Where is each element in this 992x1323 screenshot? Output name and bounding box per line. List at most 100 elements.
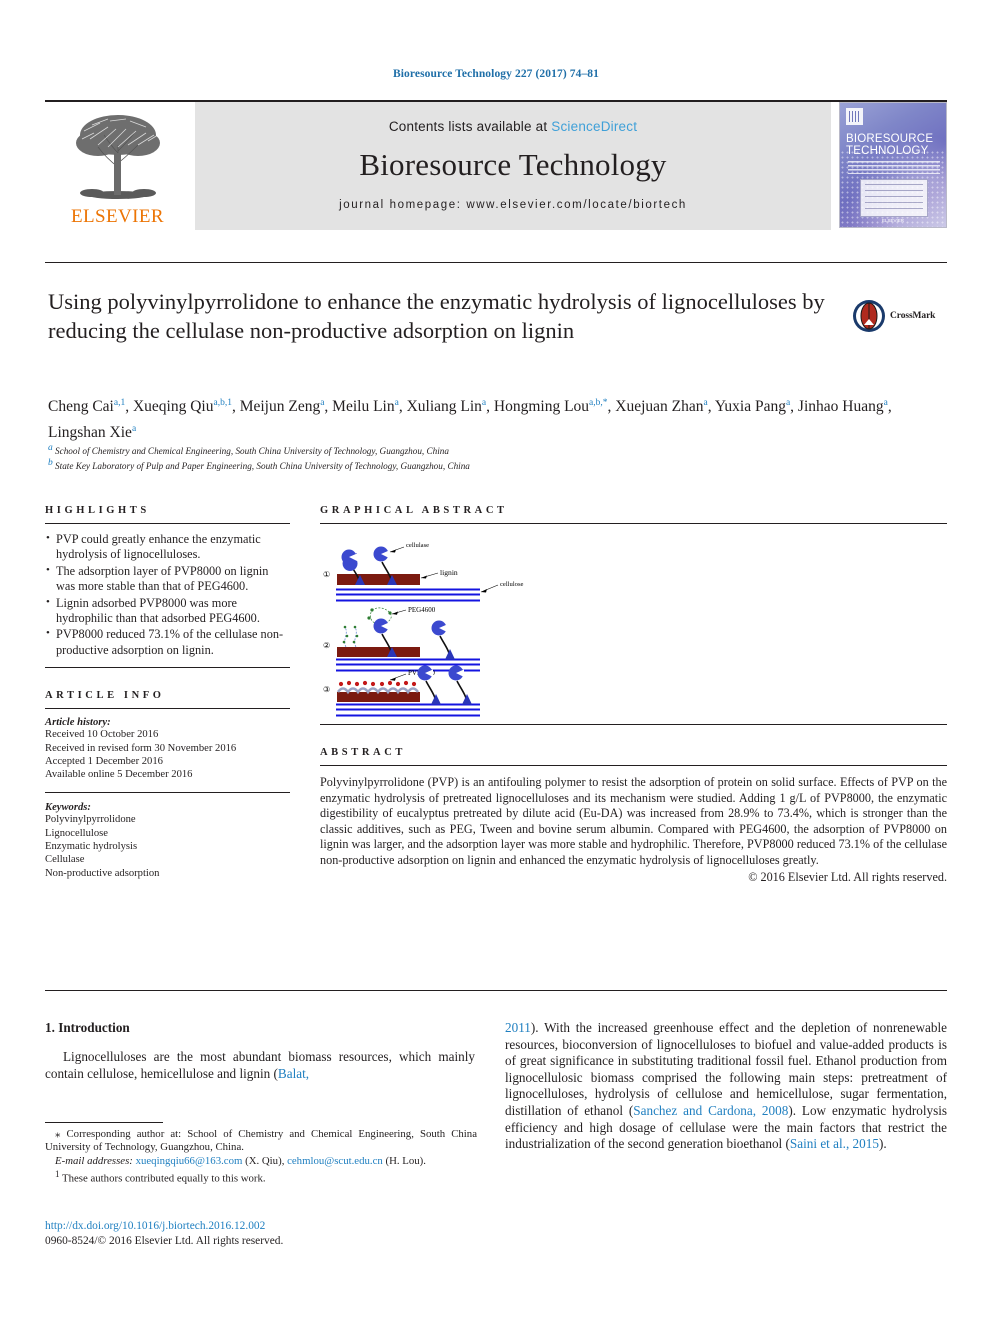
intro-paragraph-right: 2011). With the increased greenhouse eff… (505, 1020, 947, 1153)
panel-1-label-cellulose: cellulose (500, 581, 524, 588)
article-history-label: Article history: (45, 717, 111, 729)
issn-copyright: 0960-8524/© 2016 Elsevier Ltd. All right… (45, 1234, 284, 1247)
intro-text-left: Lignocelluloses are the most abundant bi… (45, 1049, 475, 1081)
article-history-block: Article history: Received 10 October 201… (45, 717, 290, 781)
panel-1-lignin (337, 574, 420, 585)
author-name: Cheng Caia,1 (48, 398, 126, 416)
doi-block: http://dx.doi.org/10.1016/j.biortech.201… (45, 1219, 485, 1248)
author-affil-marker: a (131, 424, 137, 435)
cover-subtitle-lines (848, 161, 940, 174)
journal-masthead: ELSEVIER Contents lists available at Sci… (45, 100, 947, 230)
keyword-item: Non-productive adsorption (45, 867, 160, 879)
title-block: Using polyvinylpyrrolidone to enhance th… (48, 288, 848, 345)
citation-balat[interactable]: Balat, (278, 1066, 309, 1081)
paper-page: Bioresource Technology 227 (2017) 74–81 (0, 0, 992, 1323)
article-history-item: Accepted 1 December 2016 (45, 755, 163, 767)
article-history-item: Received in revised form 30 November 201… (45, 742, 237, 754)
doi-link[interactable]: http://dx.doi.org/10.1016/j.biortech.201… (45, 1219, 485, 1234)
panel-3-pvp-beads (338, 680, 417, 687)
sciencedirect-link[interactable]: ScienceDirect (551, 119, 637, 134)
author-affil-marker: a (481, 398, 487, 408)
footnote-emails: E-mail addresses: xueqingqiu66@163.com (… (55, 1154, 426, 1167)
section-heading-introduction: 1. Introduction (45, 1020, 130, 1035)
author-name: Hongming Loua,b,* (493, 398, 608, 416)
email-link-lou[interactable]: cehmlou@scut.edu.cn (287, 1155, 383, 1167)
highlight-item: PVP could greatly enhance the enzymatic … (45, 531, 290, 563)
panel-2-number: ② (323, 641, 330, 650)
highlight-item: Lignin adsorbed PVP8000 was more hydroph… (45, 595, 290, 627)
author-affil-marker: a (785, 398, 791, 408)
email-owner-qiu: (X. Qiu) (245, 1154, 282, 1167)
elsevier-logo: ELSEVIER (45, 102, 190, 230)
article-history-lines: Received 10 October 2016 Received in revi… (45, 728, 290, 781)
keywords-label: Keywords: (45, 802, 91, 814)
author-name: Lingshan Xiea (48, 424, 137, 442)
panel-1-number: ① (323, 570, 330, 579)
author-name: Meilu Lina (332, 398, 399, 416)
citation-saini[interactable]: Saini et al., 2015 (790, 1136, 879, 1151)
author-name: Xuejuan Zhana (615, 398, 708, 416)
journal-homepage-line[interactable]: journal homepage: www.elsevier.com/locat… (339, 199, 687, 211)
footnote-block: ⁎ Corresponding author at: School of Che… (45, 1128, 477, 1186)
keyword-item: Lignocellulose (45, 827, 108, 839)
author-affil-marker: a (320, 398, 325, 408)
intro-text-right-3: ). (878, 1136, 887, 1152)
panel-1-cellulose (336, 588, 480, 602)
crossmark-badge[interactable]: CrossMark (852, 295, 948, 337)
body-column-left: 1. Introduction Lignocelluloses are the … (45, 1020, 475, 1082)
author-list: Cheng Caia,1, Xueqing Qiua,b,1, Meijun Z… (48, 398, 892, 442)
crossmark-label: CrossMark (890, 311, 936, 321)
highlights-list: PVP could greatly enhance the enzymatic … (45, 531, 290, 658)
elsevier-wordmark: ELSEVIER (71, 206, 164, 227)
graphical-abstract-divider-top (320, 523, 947, 524)
body-divider (45, 990, 947, 991)
citation-sanchez-cardona[interactable]: Sanchez and Cardona, 2008 (633, 1103, 788, 1118)
article-info-heading: ARTICLE INFO (45, 690, 165, 702)
author-affil-marker: a,1 (113, 398, 126, 408)
keyword-item: Polyvinylpyrrolidone (45, 814, 136, 826)
intro-paragraph-left: Lignocelluloses are the most abundant bi… (45, 1049, 475, 1082)
author-name: Jinhao Huanga (797, 398, 888, 416)
panel-3-number: ③ (323, 685, 330, 694)
keyword-item: Cellulase (45, 854, 85, 866)
panel-3-cellulose (336, 703, 480, 717)
abstract-divider (320, 765, 947, 766)
equal-text: These authors contributed equally to thi… (62, 1172, 266, 1185)
author-affil-marker: a (394, 398, 399, 408)
highlights-heading: HIGHLIGHTS (45, 505, 150, 516)
panel-3-pvp-layer (336, 687, 420, 695)
author-name: Xuliang Lina (406, 398, 487, 416)
label-peg4600: PEG4600 (408, 606, 436, 614)
author-name: Meijun Zenga (239, 398, 325, 416)
page-title: Using polyvinylpyrrolidone to enhance th… (48, 289, 825, 343)
left-column: HIGHLIGHTS PVP could greatly enhance the… (45, 505, 290, 880)
cover-figure (860, 179, 928, 217)
highlight-item: PVP8000 reduced 73.1% of the cellulase n… (45, 626, 290, 658)
graphical-abstract-divider-bottom (320, 724, 947, 725)
highlights-divider-bottom (45, 667, 290, 669)
panel-1-label-cellulase: cellulase (406, 542, 429, 549)
journal-title: Bioresource Technology (359, 147, 667, 182)
author-affil-marker: a (883, 398, 888, 408)
graphical-abstract-heading: GRAPHICAL ABSTRACT (320, 505, 508, 516)
cover-title: BIORESOURCE TECHNOLOGY (846, 133, 942, 157)
affiliation-item: b State Key Laboratory of Pulp and Paper… (48, 457, 470, 471)
panel-3-leader (389, 673, 407, 681)
right-column: GRAPHICAL ABSTRACT ① cellulase lignin ce… (320, 505, 947, 885)
corresponding-text: Corresponding author at: School of Chemi… (45, 1128, 477, 1154)
email-label: E-mail addresses: (55, 1154, 133, 1167)
article-info-divider-top (45, 708, 290, 710)
citation-balat-year[interactable]: 2011 (505, 1020, 531, 1035)
author-name: Xueqing Qiua,b,1 (132, 398, 232, 416)
abstract-copyright: © 2016 Elsevier Ltd. All rights reserved… (748, 869, 947, 884)
footnote-equal-contribution: 1 These authors contributed equally to t… (45, 1168, 477, 1186)
footnote-corresponding: ⁎ Corresponding author at: School of Che… (45, 1128, 477, 1155)
highlight-item: The adsorption layer of PVP8000 on ligni… (45, 563, 290, 595)
corresponding-marker: ⁎ (55, 1128, 61, 1140)
body-column-right: 2011). With the increased greenhouse eff… (505, 1020, 947, 1153)
email-link-qiu[interactable]: xueqingqiu66@163.com (136, 1155, 243, 1167)
journal-cover-thumbnail: BIORESOURCE TECHNOLOGY ELSEVIER (839, 102, 947, 228)
elsevier-tree-icon (75, 115, 160, 199)
email-owner-lou: (H. Lou). (385, 1154, 426, 1167)
keyword-item: Enzymatic hydrolysis (45, 841, 138, 853)
